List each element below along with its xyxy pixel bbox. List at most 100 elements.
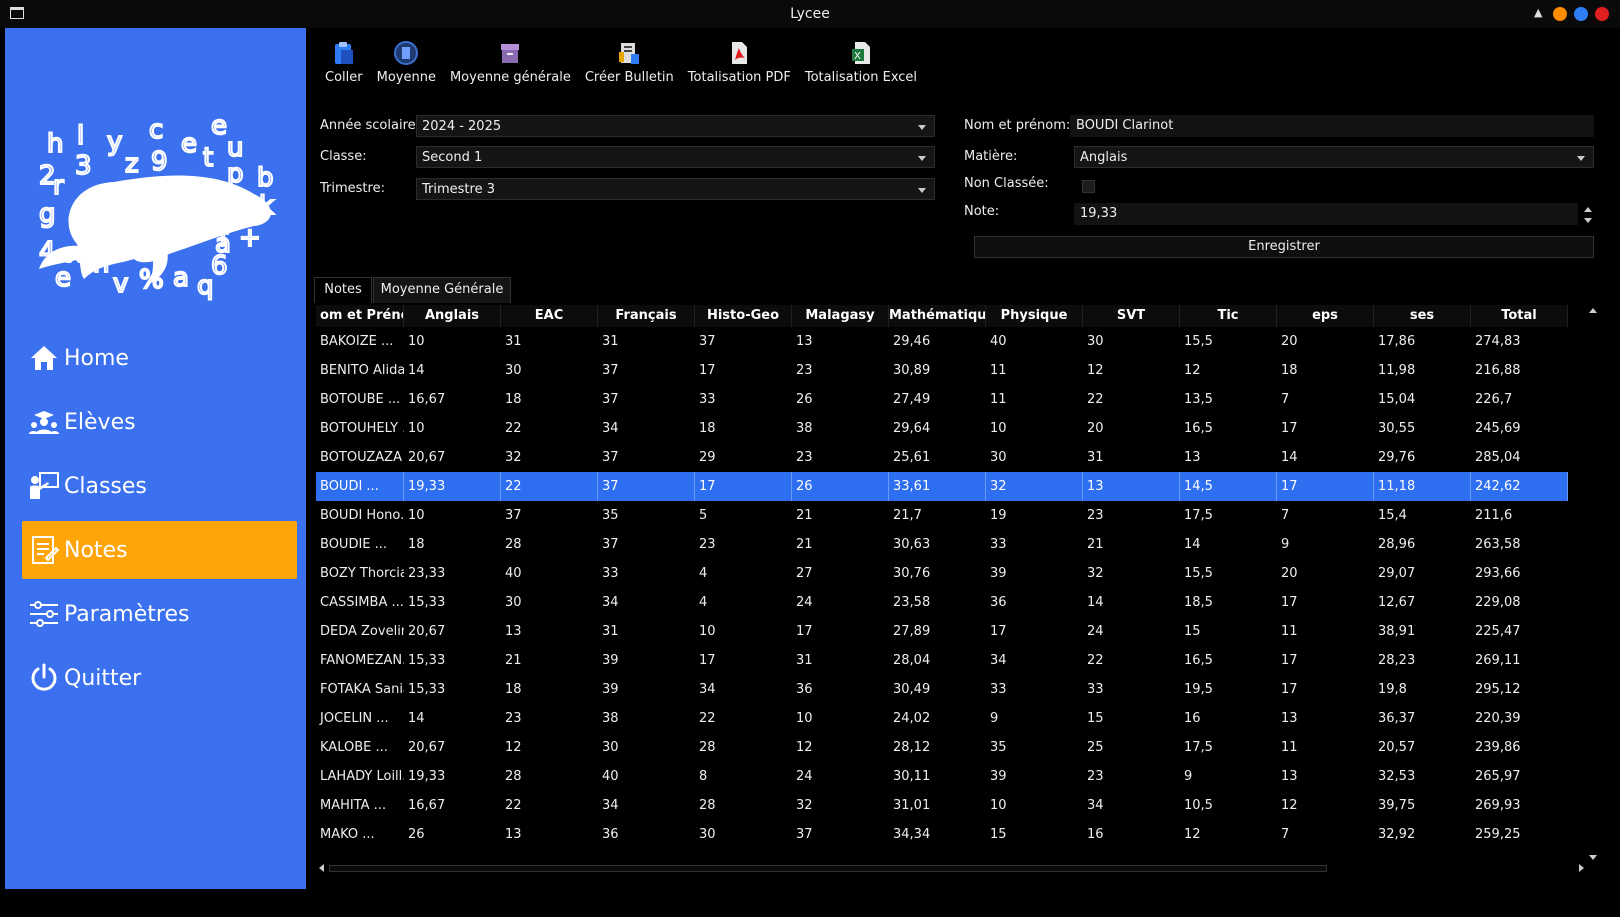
table-cell[interactable]: 33 (695, 385, 792, 414)
table-cell[interactable]: 17 (1277, 675, 1374, 704)
table-cell[interactable]: 17 (695, 472, 792, 501)
matiere-combo[interactable]: Anglais (1074, 146, 1594, 168)
table-cell[interactable]: 17,5 (1180, 733, 1277, 762)
table-cell[interactable]: MAKO ... (316, 820, 404, 849)
table-cell[interactable]: 211,6 (1471, 501, 1568, 530)
table-cell[interactable]: 28,96 (1374, 530, 1471, 559)
table-cell[interactable]: 40 (986, 327, 1083, 356)
non-classee-checkbox[interactable] (1082, 180, 1095, 193)
table-cell[interactable]: BOTOUHELY ... (316, 414, 404, 443)
table-cell[interactable]: 30,76 (889, 559, 986, 588)
tab-notes[interactable]: Notes (314, 277, 372, 303)
table-cell[interactable]: 21 (792, 530, 889, 559)
table-cell[interactable]: 22 (501, 472, 598, 501)
table-cell[interactable]: 29,07 (1374, 559, 1471, 588)
table-cell[interactable]: 14 (1277, 443, 1374, 472)
totalisation-excel-button[interactable]: X Totalisation Excel (798, 40, 924, 92)
trimestre-combo[interactable]: Trimestre 3 (416, 178, 935, 200)
table-cell[interactable]: 20,67 (404, 617, 501, 646)
table-cell[interactable]: 18 (695, 414, 792, 443)
table-cell[interactable]: 33 (986, 675, 1083, 704)
table-cell[interactable]: 23,33 (404, 559, 501, 588)
spin-up-icon[interactable] (1584, 207, 1592, 212)
table-cell[interactable]: 10 (986, 791, 1083, 820)
table-cell[interactable]: BOUDIE ... (316, 530, 404, 559)
table-cell[interactable]: 40 (501, 559, 598, 588)
table-cell[interactable]: 36,37 (1374, 704, 1471, 733)
table-cell[interactable]: 20,67 (404, 733, 501, 762)
table-cell[interactable]: 263,58 (1471, 530, 1568, 559)
annee-combo[interactable]: 2024 - 2025 (416, 115, 935, 137)
table-cell[interactable]: 14 (404, 704, 501, 733)
table-cell[interactable]: 13 (792, 327, 889, 356)
table-cell[interactable]: 220,39 (1471, 704, 1568, 733)
table-cell[interactable]: 28,23 (1374, 646, 1471, 675)
table-cell[interactable]: 37 (598, 530, 695, 559)
table-cell[interactable]: 31,01 (889, 791, 986, 820)
table-cell[interactable]: 17 (986, 617, 1083, 646)
table-cell[interactable]: 16,67 (404, 791, 501, 820)
table-cell[interactable]: MAHITA ... (316, 791, 404, 820)
table-cell[interactable]: BENITO Alida (316, 356, 404, 385)
column-header[interactable]: ses (1374, 305, 1471, 327)
table-cell[interactable]: 36 (792, 675, 889, 704)
table-row[interactable]: BOTOUBE ... 16,67 18 37 33 26 27,49 11 22 13,5 7 15… (316, 385, 1568, 414)
column-header[interactable]: Histo-Geo (695, 305, 792, 327)
table-cell[interactable]: 31 (792, 646, 889, 675)
table-cell[interactable]: 10 (986, 414, 1083, 443)
table-cell[interactable]: 15,5 (1180, 559, 1277, 588)
table-cell[interactable]: 15,4 (1374, 501, 1471, 530)
table-cell[interactable]: 33 (986, 530, 1083, 559)
tab-moyenne-generale[interactable]: Moyenne Générale (373, 277, 511, 303)
table-cell[interactable]: 19 (986, 501, 1083, 530)
table-cell[interactable]: 40 (598, 762, 695, 791)
table-cell[interactable]: 242,62 (1471, 472, 1568, 501)
table-cell[interactable]: 27 (792, 559, 889, 588)
table-cell[interactable]: BOTOUBE ... (316, 385, 404, 414)
table-cell[interactable]: 259,25 (1471, 820, 1568, 849)
table-cell[interactable]: 32 (1083, 559, 1180, 588)
table-cell[interactable]: 12 (1083, 356, 1180, 385)
table-cell[interactable]: 269,11 (1471, 646, 1568, 675)
table-cell[interactable]: 27,89 (889, 617, 986, 646)
table-cell[interactable]: 17 (1277, 472, 1374, 501)
table-cell[interactable]: 14 (404, 356, 501, 385)
totalisation-pdf-button[interactable]: Totalisation PDF (681, 40, 798, 92)
table-cell[interactable]: 12 (501, 733, 598, 762)
table-cell[interactable]: 33,61 (889, 472, 986, 501)
table-cell[interactable]: 39 (986, 762, 1083, 791)
table-cell[interactable]: 8 (695, 762, 792, 791)
table-cell[interactable]: 12 (1180, 356, 1277, 385)
table-cell[interactable]: 9 (1277, 530, 1374, 559)
table-cell[interactable]: 18,5 (1180, 588, 1277, 617)
table-cell[interactable]: 28,12 (889, 733, 986, 762)
table-cell[interactable]: 274,83 (1471, 327, 1568, 356)
table-cell[interactable]: 35 (986, 733, 1083, 762)
coller-button[interactable]: Coller (318, 40, 370, 92)
column-header[interactable]: Tic (1180, 305, 1277, 327)
table-cell[interactable]: 21,7 (889, 501, 986, 530)
table-cell[interactable]: BOTOUZAZA ... (316, 443, 404, 472)
table-cell[interactable]: 36 (986, 588, 1083, 617)
table-cell[interactable]: 13 (1277, 704, 1374, 733)
table-cell[interactable]: 11 (986, 385, 1083, 414)
table-cell[interactable]: 37 (501, 501, 598, 530)
table-cell[interactable]: 216,88 (1471, 356, 1568, 385)
table-cell[interactable]: 38 (792, 414, 889, 443)
table-cell[interactable]: 17 (1277, 414, 1374, 443)
table-cell[interactable]: 38 (598, 704, 695, 733)
minimize-button[interactable] (1553, 7, 1567, 21)
column-header[interactable]: eps (1277, 305, 1374, 327)
table-cell[interactable]: 23 (792, 356, 889, 385)
table-row[interactable]: BAKOIZE ... 10 31 31 37 13 29,46 40 30 15,5 20 17,8… (316, 327, 1568, 356)
table-cell[interactable]: 30 (501, 588, 598, 617)
table-cell[interactable]: 23 (501, 704, 598, 733)
table-cell[interactable]: 245,69 (1471, 414, 1568, 443)
table-cell[interactable]: 229,08 (1471, 588, 1568, 617)
table-cell[interactable]: 29 (695, 443, 792, 472)
table-cell[interactable]: 27,49 (889, 385, 986, 414)
table-row[interactable]: BOTOUHELY ...102234183829,64102016,51730… (316, 414, 1568, 443)
table-cell[interactable]: 14 (1180, 530, 1277, 559)
table-cell[interactable]: 30,89 (889, 356, 986, 385)
table-cell[interactable]: 12 (1277, 791, 1374, 820)
